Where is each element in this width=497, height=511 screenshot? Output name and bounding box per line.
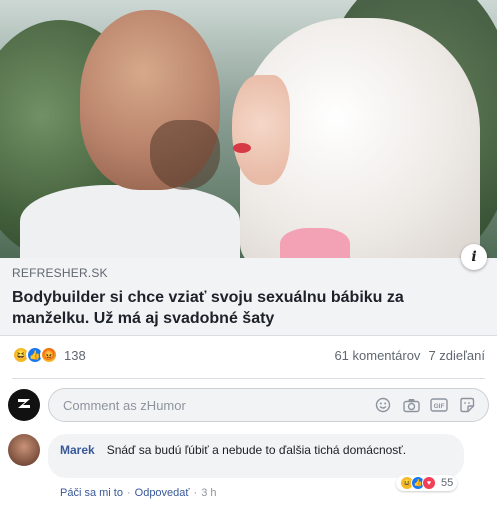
comment-composer: GIF <box>8 386 489 424</box>
man-beard <box>150 120 220 190</box>
woman-lips <box>233 143 251 153</box>
woman-face <box>232 75 290 185</box>
reply-link[interactable]: Odpovedať <box>135 487 190 499</box>
love-reaction-icon: ♥ <box>422 476 436 490</box>
link-title[interactable]: Bodybuilder si chce vziať svoju sexuálnu… <box>12 287 485 329</box>
separator: · <box>126 487 131 499</box>
sticker-icon[interactable] <box>456 394 478 416</box>
woman-top <box>280 228 350 258</box>
info-icon[interactable]: i <box>461 244 487 270</box>
emoji-icon[interactable] <box>372 394 394 416</box>
man-shirt <box>20 185 240 258</box>
commenter-avatar[interactable] <box>8 434 40 466</box>
separator: · <box>193 487 198 499</box>
comment-author[interactable]: Marek <box>60 443 95 457</box>
angry-reaction-icon: 😡 <box>40 346 58 364</box>
z-logo-icon <box>18 399 30 408</box>
divider <box>12 378 485 379</box>
camera-icon[interactable] <box>400 394 422 416</box>
comment-reactions[interactable]: 😆 👍 ♥ 55 <box>396 475 458 491</box>
link-domain: REFRESHER.SK <box>12 266 108 280</box>
comment-actions: Páči sa mi to · Odpovedať · 3 h <box>60 487 217 499</box>
svg-text:GIF: GIF <box>434 403 445 410</box>
page-avatar[interactable] <box>8 389 40 421</box>
link-preview[interactable]: REFRESHER.SK Bodybuilder si chce vziať s… <box>0 258 497 336</box>
reaction-summary[interactable]: 😆 👍 😡 138 <box>12 346 86 364</box>
gif-icon[interactable]: GIF <box>428 394 450 416</box>
shares-count-link[interactable]: 7 zdieľaní <box>428 348 485 363</box>
comments-count-link[interactable]: 61 komentárov <box>334 348 420 363</box>
comment-input-wrapper[interactable]: GIF <box>48 388 489 422</box>
like-comment-link[interactable]: Páči sa mi to <box>60 487 123 499</box>
comment-reaction-count: 55 <box>441 477 454 489</box>
post-image[interactable] <box>0 0 497 258</box>
comment-input[interactable] <box>63 397 366 413</box>
comment-time[interactable]: 3 h <box>201 487 216 499</box>
comment-bubble: Marek Snáď sa budú ľúbiť a nebude to ďalš… <box>48 434 464 478</box>
reaction-count: 138 <box>64 347 86 363</box>
reactions-bar: 😆 👍 😡 138 61 komentárov 7 zdieľaní <box>0 336 497 374</box>
comment-text: Snáď sa budú ľúbiť a nebude to ďalšia ti… <box>106 443 407 457</box>
